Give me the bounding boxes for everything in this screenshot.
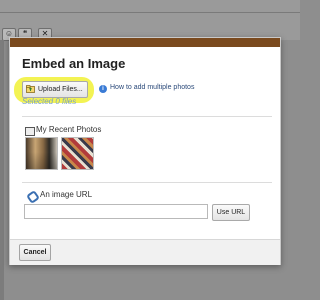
upload-folder-icon bbox=[26, 85, 35, 93]
embed-image-dialog: Embed an Image Upload Files... Selected … bbox=[9, 37, 281, 265]
recent-photos-label: My Recent Photos bbox=[36, 125, 102, 134]
image-url-input[interactable] bbox=[24, 204, 208, 219]
dialog-title: Embed an Image bbox=[22, 56, 126, 71]
dialog-topbar bbox=[10, 38, 280, 47]
divider bbox=[22, 182, 272, 183]
photo-icon bbox=[25, 127, 35, 136]
image-url-label: An image URL bbox=[40, 190, 93, 199]
background-sidebar bbox=[0, 40, 4, 300]
link-icon bbox=[26, 190, 40, 204]
divider bbox=[22, 116, 272, 117]
upload-files-label: Upload Files... bbox=[38, 86, 83, 93]
selected-files-count: Selected 0 files bbox=[22, 97, 77, 106]
recent-photo-thumbnail[interactable] bbox=[25, 137, 58, 170]
use-url-button[interactable]: Use URL bbox=[212, 204, 250, 221]
upload-files-button[interactable]: Upload Files... bbox=[22, 81, 88, 98]
background-divider bbox=[0, 12, 300, 13]
recent-photo-thumbnail[interactable] bbox=[61, 137, 94, 170]
cancel-button[interactable]: Cancel bbox=[19, 244, 51, 261]
info-icon: i bbox=[99, 85, 107, 93]
multiple-photos-help-link[interactable]: How to add multiple photos bbox=[110, 84, 194, 91]
